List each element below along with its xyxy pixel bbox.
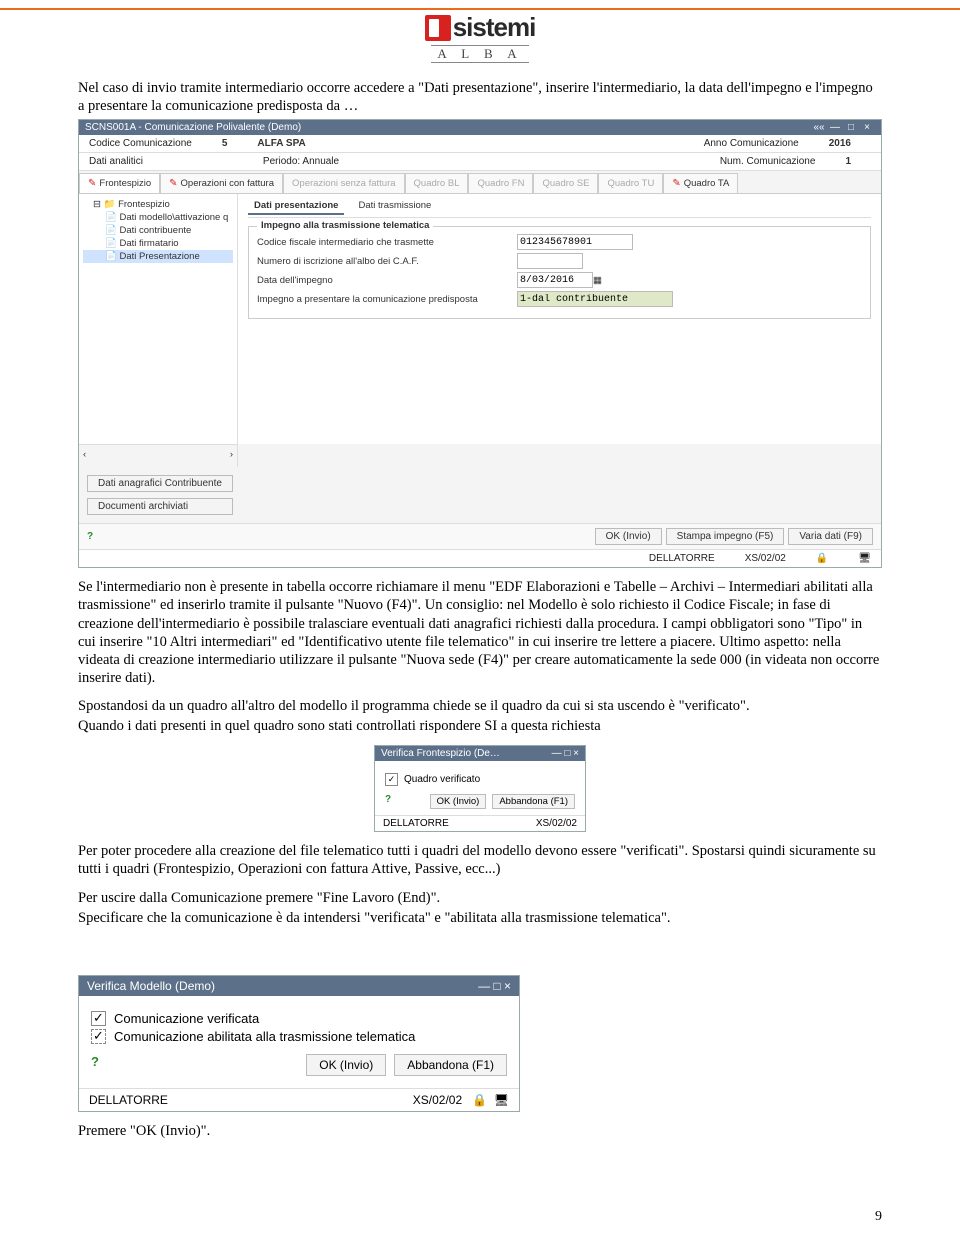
checkbox-icon[interactable]: ✓ — [91, 1029, 106, 1044]
body-text: Per uscire dalla Comunicazione premere "… — [78, 889, 882, 907]
window-controls[interactable]: — □ × — [552, 748, 579, 759]
checkbox-icon[interactable]: ✓ — [91, 1011, 106, 1026]
status-code: XS/02/02 — [413, 1093, 462, 1107]
checkbox-label: Quadro verificato — [404, 774, 480, 785]
abandon-button[interactable]: Abbandona (F1) — [492, 794, 575, 809]
window-controls[interactable]: ««—□× — [811, 122, 875, 133]
tab[interactable]: Quadro BL — [405, 173, 469, 193]
logo-text: sistemi — [453, 12, 536, 43]
pencil-icon: ✎ — [88, 178, 96, 189]
lock-icon: 🔒 — [816, 553, 828, 564]
label: Codice Comunicazione — [89, 138, 192, 149]
abandon-button[interactable]: Abbandona (F1) — [394, 1054, 507, 1076]
body-text: Per poter procedere alla creazione del f… — [78, 842, 882, 878]
value: 2016 — [829, 138, 851, 149]
checkbox-label: Comunicazione abilitata alla trasmission… — [114, 1029, 415, 1044]
help-icon[interactable]: ? — [87, 531, 93, 542]
help-icon[interactable]: ? — [385, 794, 391, 809]
body-text: Se l'intermediario non è presente in tab… — [78, 578, 882, 687]
window-title: SCNS001A - Comunicazione Polivalente (De… — [85, 122, 301, 133]
calendar-icon[interactable]: ▦ — [593, 275, 602, 286]
status-code: XS/02/02 — [536, 818, 577, 829]
label: Num. Comunicazione — [720, 156, 816, 167]
dialog-title: Verifica Modello (Demo) — [87, 979, 215, 993]
label: Periodo: Annuale — [263, 156, 339, 167]
btn-documenti[interactable]: Documenti archiviati — [87, 498, 233, 515]
label: Numero di iscrizione all'albo dei C.A.F. — [257, 256, 517, 267]
screens-icon: 🖥 — [494, 1093, 509, 1107]
nav-tree[interactable]: ⊟ 📁 Frontespizio 📄 Dati modello\attivazi… — [79, 194, 238, 444]
tab-quadro-ta[interactable]: ✎Quadro TA — [663, 173, 738, 193]
logo-subtitle: A L B A — [431, 45, 528, 63]
impegno-select[interactable] — [517, 291, 673, 307]
btn-dati-anagrafici[interactable]: Dati anagrafici Contribuente — [87, 475, 233, 492]
status-user: DELLATORRE — [89, 1093, 168, 1107]
page-number: 9 — [875, 1209, 882, 1225]
body-text: Specificare che la comunicazione è da in… — [78, 909, 882, 927]
checkbox-label: Comunicazione verificata — [114, 1011, 259, 1026]
body-text: Spostandosi da un quadro all'altro del m… — [78, 697, 882, 715]
help-icon[interactable]: ? — [91, 1054, 99, 1076]
body-text: Nel caso di invio tramite intermediario … — [78, 79, 882, 115]
tab-op-fattura[interactable]: ✎Operazioni con fattura — [160, 173, 283, 193]
label: Codice fiscale intermediario che trasmet… — [257, 237, 517, 248]
tab[interactable]: Operazioni senza fattura — [283, 173, 405, 193]
verify-modello-dialog: Verifica Modello (Demo) — □ × ✓ Comunicazi… — [78, 975, 520, 1112]
status-user: DELLATORRE — [649, 553, 715, 564]
varia-button[interactable]: Varia dati (F9) — [788, 528, 873, 545]
value: 1 — [845, 156, 851, 167]
screens-icon: 🖥 — [858, 553, 871, 564]
body-text: Quando i dati presenti in quel quadro so… — [78, 717, 882, 735]
tab-bar: ✎Frontespizio ✎Operazioni con fattura Op… — [79, 171, 881, 194]
screenshot-main-window: SCNS001A - Comunicazione Polivalente (De… — [78, 119, 882, 568]
tab-frontespizio[interactable]: ✎Frontespizio — [79, 173, 160, 193]
status-code: XS/02/02 — [745, 553, 786, 564]
logo-icon — [425, 15, 451, 41]
ok-button[interactable]: OK (Invio) — [306, 1054, 386, 1076]
ok-button[interactable]: OK (Invio) — [430, 794, 487, 809]
label: Data dell'impegno — [257, 275, 517, 286]
label: Anno Comunicazione — [704, 138, 799, 149]
subtab-trasmissione[interactable]: Dati trasmissione — [352, 198, 437, 215]
subtab-presentazione[interactable]: Dati presentazione — [248, 198, 344, 215]
group-title: Impegno alla trasmissione telematica — [257, 220, 433, 231]
label: Impegno a presentare la comunicazione pr… — [257, 294, 517, 305]
body-text: Premere "OK (Invio)". — [78, 1122, 882, 1140]
brand-logo: sistemi A L B A — [0, 12, 960, 63]
tab[interactable]: Quadro SE — [533, 173, 598, 193]
verify-frontespizio-dialog: Verifica Frontespizio (De… — □ × ✓ Quadro … — [374, 745, 586, 832]
lock-icon: 🔒 — [472, 1093, 487, 1107]
dialog-title: Verifica Frontespizio (De… — [381, 748, 500, 759]
albo-input[interactable] — [517, 253, 583, 269]
pencil-icon: ✎ — [672, 178, 680, 189]
cf-input[interactable] — [517, 234, 633, 250]
date-input[interactable] — [517, 272, 593, 288]
tab[interactable]: Quadro FN — [468, 173, 533, 193]
stampa-button[interactable]: Stampa impegno (F5) — [666, 528, 785, 545]
pencil-icon: ✎ — [169, 178, 177, 189]
window-controls[interactable]: — □ × — [478, 979, 511, 993]
value: ALFA SPA — [257, 138, 305, 149]
status-user: DELLATORRE — [383, 818, 449, 829]
value: 5 — [222, 138, 228, 149]
label: Dati analitici — [89, 156, 143, 167]
tab[interactable]: Quadro TU — [598, 173, 663, 193]
ok-button[interactable]: OK (Invio) — [595, 528, 662, 545]
checkbox-icon[interactable]: ✓ — [385, 773, 398, 786]
